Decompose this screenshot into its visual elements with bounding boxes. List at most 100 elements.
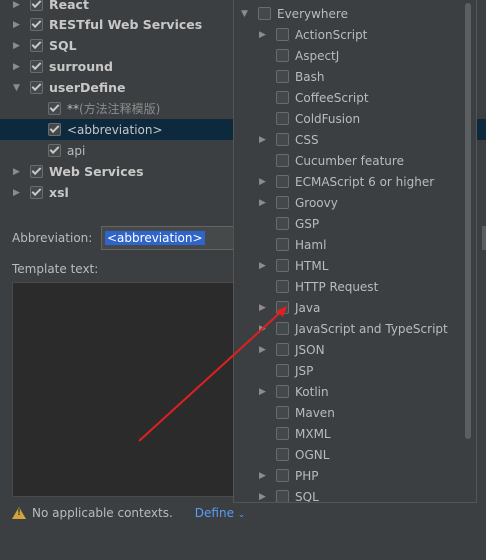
chevron-right-icon[interactable]: ▶: [258, 198, 267, 208]
chevron-down-icon: ⌄: [237, 510, 246, 520]
chevron-right-icon[interactable]: ▶: [12, 167, 21, 177]
context-checkbox[interactable]: [276, 469, 289, 482]
context-item[interactable]: HTTP Request: [234, 276, 476, 297]
context-item[interactable]: ColdFusion: [234, 108, 476, 129]
context-checkbox[interactable]: [276, 259, 289, 272]
context-label: AspectJ: [295, 48, 340, 63]
context-checkbox[interactable]: [276, 217, 289, 230]
chevron-right-icon[interactable]: ▶: [258, 30, 267, 40]
context-item[interactable]: ▶ Kotlin: [234, 381, 476, 402]
chevron-down-icon[interactable]: ▼: [240, 9, 249, 19]
context-label: SQL: [295, 489, 319, 503]
context-item[interactable]: Cucumber feature: [234, 150, 476, 171]
context-label: JSON: [295, 342, 325, 357]
context-item[interactable]: OGNL: [234, 444, 476, 465]
context-item[interactable]: Bash: [234, 66, 476, 87]
context-checkbox[interactable]: [276, 238, 289, 251]
context-checkbox[interactable]: [276, 343, 289, 356]
chevron-right-icon[interactable]: ▶: [258, 324, 267, 334]
context-item[interactable]: AspectJ: [234, 45, 476, 66]
context-label: ActionScript: [295, 27, 368, 42]
context-label: JSP: [295, 363, 314, 378]
context-item[interactable]: Maven: [234, 402, 476, 423]
everywhere-checkbox[interactable]: [258, 7, 271, 20]
context-label: PHP: [295, 468, 319, 483]
tree-item-label: RESTful Web Services: [49, 17, 203, 32]
chevron-right-icon[interactable]: ▶: [258, 387, 267, 397]
context-item[interactable]: ▶ SQL: [234, 486, 476, 503]
restful-checkbox[interactable]: [30, 18, 43, 31]
context-item[interactable]: ▶ JavaScript and TypeScript: [234, 318, 476, 339]
popup-scrollbar[interactable]: [465, 3, 471, 439]
context-checkbox[interactable]: [276, 490, 289, 502]
userdefine-checkbox[interactable]: [30, 81, 43, 94]
chevron-right-icon[interactable]: ▶: [12, 62, 21, 72]
context-checkbox[interactable]: [276, 112, 289, 125]
context-item[interactable]: ▶ Groovy: [234, 192, 476, 213]
context-checkbox[interactable]: [276, 28, 289, 41]
context-item[interactable]: ▶ PHP: [234, 465, 476, 486]
context-checkbox[interactable]: [276, 196, 289, 209]
context-checkbox[interactable]: [276, 133, 289, 146]
chevron-right-icon[interactable]: ▶: [258, 492, 267, 502]
chevron-right-icon[interactable]: ▶: [12, 41, 21, 51]
chevron-right-icon[interactable]: ▶: [258, 177, 267, 187]
tree-item-label: SQL: [49, 38, 77, 53]
context-checkbox[interactable]: [276, 322, 289, 335]
context-item[interactable]: ▶ ActionScript: [234, 24, 476, 45]
context-label: Maven: [295, 405, 335, 420]
chevron-right-icon[interactable]: ▶: [12, 0, 21, 10]
context-checkbox[interactable]: [276, 91, 289, 104]
right-panel-edge: [482, 226, 486, 250]
context-item[interactable]: CoffeeScript: [234, 87, 476, 108]
context-label: Groovy: [295, 195, 338, 210]
define-link[interactable]: Define ⌄: [195, 506, 246, 520]
context-item[interactable]: ▶ ECMAScript 6 or higher: [234, 171, 476, 192]
context-item[interactable]: GSP: [234, 213, 476, 234]
context-checkbox[interactable]: [276, 70, 289, 83]
context-item[interactable]: ▶ CSS: [234, 129, 476, 150]
context-item[interactable]: ▶ JSON: [234, 339, 476, 360]
tree-item-label: xsl: [49, 185, 69, 200]
context-item[interactable]: Haml: [234, 234, 476, 255]
context-label: ECMAScript 6 or higher: [295, 174, 435, 189]
context-checkbox[interactable]: [276, 280, 289, 293]
context-checkbox[interactable]: [276, 154, 289, 167]
context-item-everywhere[interactable]: ▼ Everywhere: [234, 3, 476, 24]
context-item[interactable]: ▶ Java: [234, 297, 476, 318]
web-services-checkbox[interactable]: [30, 165, 43, 178]
tree-item-label: userDefine: [49, 80, 126, 95]
context-checkbox[interactable]: [276, 385, 289, 398]
method-comment-checkbox[interactable]: [48, 102, 61, 115]
chevron-right-icon[interactable]: ▶: [258, 303, 267, 313]
context-checkbox[interactable]: [276, 364, 289, 377]
context-label: HTML: [295, 258, 329, 273]
context-item[interactable]: ▶ HTML: [234, 255, 476, 276]
template-text-area[interactable]: [12, 282, 238, 497]
chevron-right-icon[interactable]: ▶: [258, 471, 267, 481]
context-checkbox[interactable]: [276, 175, 289, 188]
api-checkbox[interactable]: [48, 144, 61, 157]
abbreviation-input[interactable]: <abbreviation>: [101, 226, 241, 250]
chevron-right-icon[interactable]: ▶: [12, 188, 21, 198]
surround-checkbox[interactable]: [30, 60, 43, 73]
context-label: ColdFusion: [295, 111, 361, 126]
chevron-right-icon[interactable]: ▶: [258, 345, 267, 355]
context-item[interactable]: MXML: [234, 423, 476, 444]
context-checkbox[interactable]: [276, 448, 289, 461]
chevron-right-icon[interactable]: ▶: [12, 20, 21, 30]
context-item[interactable]: JSP: [234, 360, 476, 381]
context-label: CSS: [295, 132, 319, 147]
context-checkbox[interactable]: [276, 406, 289, 419]
chevron-down-icon[interactable]: ▼: [12, 83, 21, 93]
react-checkbox[interactable]: [30, 0, 43, 11]
chevron-right-icon[interactable]: ▶: [258, 135, 267, 145]
tree-item-label: <abbreviation>: [67, 122, 163, 137]
context-checkbox[interactable]: [276, 49, 289, 62]
xsl-checkbox[interactable]: [30, 186, 43, 199]
sql-checkbox[interactable]: [30, 39, 43, 52]
context-checkbox[interactable]: [276, 427, 289, 440]
abbreviation-checkbox[interactable]: [48, 123, 61, 136]
context-checkbox[interactable]: [276, 301, 289, 314]
chevron-right-icon[interactable]: ▶: [258, 261, 267, 271]
